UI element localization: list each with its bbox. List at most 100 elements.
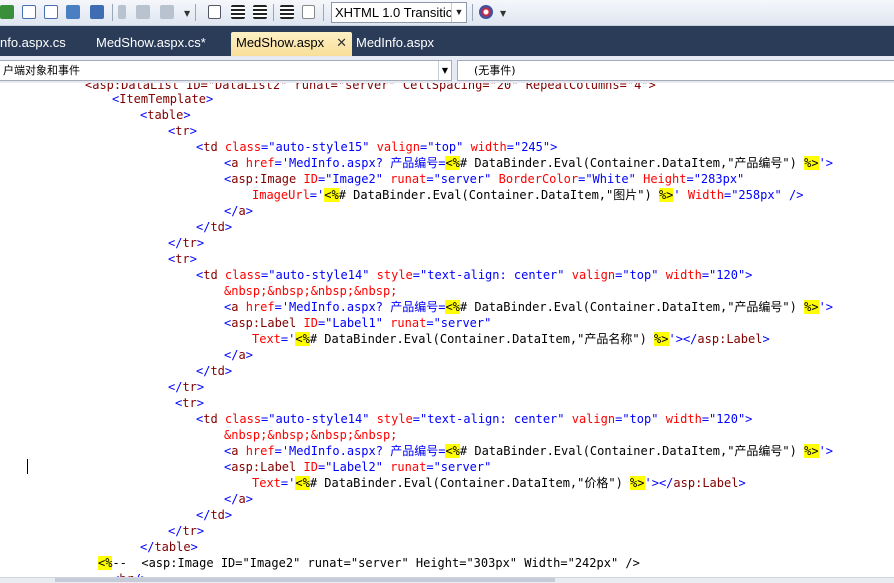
code-token: asp:Label [673, 476, 739, 490]
comment-icon[interactable] [118, 5, 126, 19]
code-token: runat [390, 316, 427, 330]
save-icon[interactable] [90, 5, 104, 19]
code-token: = [412, 268, 421, 282]
tab-medinfo-aspx-cs[interactable]: nfo.aspx.cs [0, 32, 90, 56]
code-token: td [203, 412, 225, 426]
format-icon[interactable] [231, 5, 245, 19]
image-icon[interactable] [66, 5, 80, 19]
code-token: </ [196, 364, 211, 378]
code-token: ItemTemplate [119, 92, 206, 106]
tab-medshow-aspx[interactable]: MedShow.aspx ✕ [231, 32, 352, 56]
code-token: tr [182, 380, 197, 394]
code-token: tr [175, 252, 190, 266]
code-token: &nbsp;&nbsp;&nbsp;&nbsp; [224, 284, 398, 298]
code-token: = [426, 460, 434, 474]
code-line: </tr> [168, 235, 204, 251]
text-caret [27, 459, 28, 474]
uncomment-icon[interactable] [136, 5, 150, 19]
code-token: ' [644, 476, 652, 490]
code-token: <% [445, 444, 460, 458]
code-token: style [376, 412, 413, 426]
code-token: Height [643, 172, 687, 186]
code-token: > [224, 508, 233, 522]
align-icon[interactable] [280, 5, 294, 19]
code-line: ImageUrl= ' <%# DataBinder.Eval(Container.… [252, 187, 803, 203]
code-line: </td> [196, 507, 232, 523]
code-token: Text [252, 332, 281, 346]
client-objects-value: 户端对象和事件 [3, 64, 80, 77]
code-token: a [231, 156, 246, 170]
tab-label: MedShow.aspx [236, 35, 325, 50]
code-token: href [245, 156, 275, 170]
navigation-bar: 户端对象和事件 ▼ (无事件) [0, 56, 894, 84]
code-token: ID [303, 316, 318, 330]
code-line: <tr> [175, 395, 204, 411]
chevron-down-icon[interactable]: ▼ [184, 9, 190, 18]
code-token: > [190, 540, 198, 554]
code-token: # DataBinder.Eval(Container.DataItem,"图片… [338, 188, 659, 202]
html-source-toolbar: ▼ XHTML 1.0 Transitic ▼ ▼ [0, 0, 894, 26]
code-token: # DataBinder.Eval(Container.DataItem,"产品… [309, 332, 655, 346]
code-token: BorderColor [498, 172, 579, 186]
chevron-down-icon[interactable]: ▼ [500, 9, 506, 18]
code-token: </ [168, 236, 183, 250]
code-token: # DataBinder.Eval(Container.DataItem,"产品… [459, 156, 805, 170]
code-token: valign [571, 412, 616, 426]
code-token: class [224, 268, 262, 282]
code-token: %> [630, 476, 645, 490]
code-token: > [189, 252, 197, 266]
code-token: "Image2" [325, 172, 391, 186]
code-line: <tr> [168, 123, 197, 139]
text-icon[interactable] [44, 5, 58, 19]
tab-medshow-aspx-cs[interactable]: MedShow.aspx.cs* [96, 32, 224, 56]
code-token: "top" [622, 412, 666, 426]
code-token: a [231, 300, 246, 314]
format2-icon[interactable] [253, 5, 267, 19]
form-icon[interactable] [22, 5, 36, 19]
checkbox-icon[interactable] [0, 5, 14, 19]
events-dropdown[interactable]: (无事件) [457, 60, 894, 81]
code-token: </ [140, 540, 155, 554]
code-token: ImageUrl [252, 188, 310, 202]
chevron-down-icon[interactable]: ▼ [438, 61, 451, 80]
code-token: </ [224, 348, 239, 362]
code-line: Text='<%# DataBinder.Eval(Container.Data… [252, 331, 770, 347]
outdent-icon[interactable] [208, 5, 221, 19]
code-token: href [245, 444, 275, 458]
code-line: Text='<%# DataBinder.Eval(Container.Data… [252, 475, 746, 491]
code-token: > [224, 220, 233, 234]
code-editor[interactable]: <asp:DataList ID="DataList2" runat="serv… [0, 83, 894, 577]
horizontal-scrollbar[interactable] [0, 577, 894, 583]
chevron-down-icon[interactable]: ▼ [451, 3, 466, 22]
code-token: > [825, 156, 834, 170]
code-token: > [745, 412, 753, 426]
code-token: <% [295, 476, 310, 490]
code-token: asp:Image [231, 172, 304, 186]
indent-icon[interactable] [160, 5, 174, 19]
toolbar-separator [112, 4, 113, 21]
code-token: > [183, 108, 191, 122]
code-token: # DataBinder.Eval(Container.DataItem,"价格… [309, 476, 631, 490]
numbered-list-icon[interactable] [302, 5, 315, 19]
code-token: 'MedInfo.aspx? 产品编号= [281, 300, 446, 314]
doctype-select[interactable]: XHTML 1.0 Transitic ▼ [331, 2, 467, 23]
code-token: = [274, 156, 282, 170]
tab-medinfo-aspx[interactable]: MedInfo.aspx [356, 32, 456, 56]
code-token: %> [658, 188, 674, 202]
client-objects-dropdown[interactable]: 户端对象和事件 ▼ [0, 60, 452, 81]
code-token: "Label2" [325, 460, 391, 474]
code-token: table [147, 108, 184, 122]
code-token: > [245, 204, 253, 218]
code-line: <td class="auto-style15" valign="top" wi… [196, 139, 557, 155]
code-token: tr [182, 396, 197, 410]
code-token: "283px" [693, 172, 745, 186]
code-token: ' [668, 332, 676, 346]
code-token: # DataBinder.Eval(Container.DataItem,"产品… [459, 300, 805, 314]
code-token: a [238, 204, 246, 218]
code-token: <% [445, 156, 460, 170]
scrollbar-thumb[interactable] [55, 578, 555, 582]
code-token: "text-align: center" [420, 412, 572, 426]
close-icon[interactable]: ✕ [336, 32, 347, 54]
code-token: > [189, 124, 197, 138]
validate-icon[interactable] [479, 5, 493, 19]
